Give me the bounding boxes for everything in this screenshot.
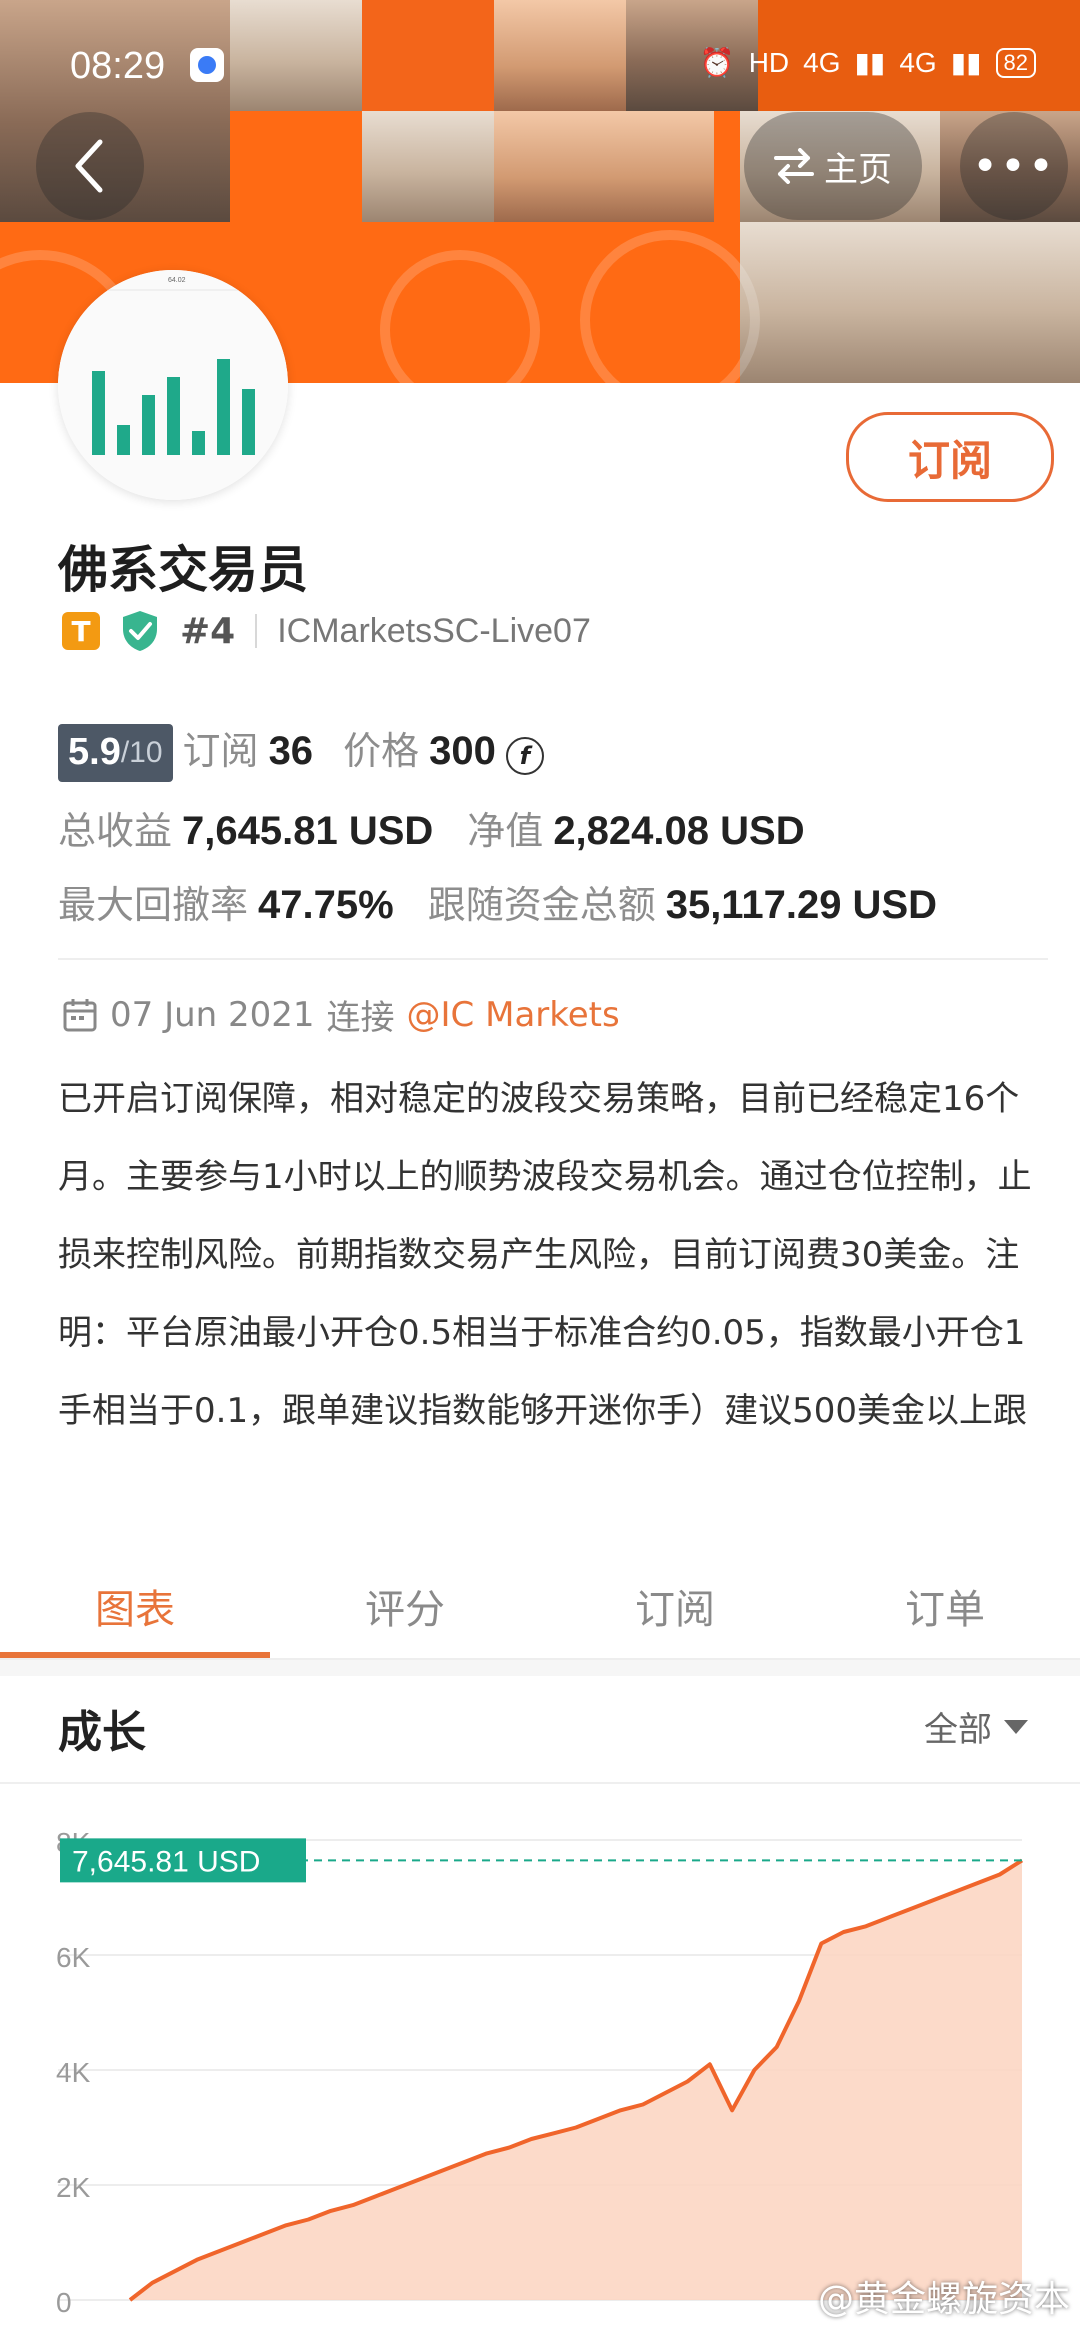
subs-value: 36	[268, 729, 314, 773]
y-tick-label: 6K	[56, 1942, 91, 1973]
battery-icon: 82	[995, 47, 1036, 78]
signal-icon: ▮▮	[950, 47, 982, 78]
drawdown-row: 最大回撤率 47.75% 跟随资金总额 35,117.29 USD	[58, 874, 937, 929]
coin-icon: f	[505, 737, 544, 775]
tab-subscribe[interactable]: 订阅	[540, 1556, 810, 1656]
status-time: 08:29	[70, 45, 166, 87]
y-tick-label: 2K	[56, 2172, 91, 2203]
range-filter-dropdown[interactable]: 全部	[924, 1702, 1028, 1751]
current-value-label: 7,645.81 USD	[72, 1845, 260, 1878]
avatar-chart-image: 64.02	[58, 270, 288, 500]
avatar-bar	[217, 359, 230, 455]
divider	[255, 614, 258, 648]
home-label: 主页	[824, 149, 892, 190]
net-value-value: 2,824.08 USD	[553, 809, 805, 853]
max-drawdown-label: 最大回撤率	[58, 883, 249, 927]
home-button[interactable]: 主页	[744, 112, 922, 220]
hd-indicator: HD	[748, 46, 790, 78]
chevron-left-icon	[75, 139, 103, 193]
net-value-label: 净值	[467, 809, 544, 853]
y-tick-label: 4K	[56, 2057, 91, 2088]
connect-label: 连接	[326, 998, 395, 1038]
growth-chart: 02K4K6K8K7,645.81 USD @黄金螺旋资本	[0, 1800, 1080, 2340]
avatar-bar	[142, 395, 155, 455]
growth-title: 成长	[58, 1707, 146, 1758]
avatar: 64.02	[58, 270, 288, 500]
avatar-chart-label: 64.02	[168, 277, 186, 284]
rating-row: 5.9 /10 订阅 36 价格 300 f	[58, 720, 544, 782]
switch-icon	[774, 148, 814, 184]
calendar-icon	[63, 998, 97, 1031]
y-tick-label: 0	[56, 2287, 72, 2318]
trader-name: 佛系交易员	[58, 541, 308, 599]
trader-meta: T #4 ICMarketsSC-Live07	[62, 606, 591, 656]
verified-shield-icon	[123, 611, 157, 651]
more-icon: •••	[972, 140, 1056, 192]
broker-link[interactable]: @IC Markets	[407, 995, 620, 1035]
tab-orders[interactable]: 订单	[810, 1556, 1080, 1656]
caret-down-icon	[1004, 1719, 1028, 1734]
total-profit-label: 总收益	[58, 809, 173, 853]
growth-chart-svg: 02K4K6K8K7,645.81 USD	[56, 1827, 1024, 2318]
follow-funds-value: 35,117.29 USD	[665, 883, 938, 927]
watermark: @黄金螺旋资本	[817, 2279, 1070, 2320]
more-button[interactable]: •••	[960, 112, 1068, 220]
alarm-icon: ⏰	[699, 47, 735, 78]
divider	[0, 1782, 1080, 1784]
pattern	[580, 230, 760, 383]
strategy-description: 已开启订阅保障，相对稳定的波段交易策略，目前已经稳定16个月。主要参与1小时以上…	[58, 1079, 1032, 1431]
subscribe-button[interactable]: 订阅	[846, 412, 1054, 502]
connect-date: 07 Jun 2021	[110, 994, 315, 1035]
trader-level-badge: T	[62, 612, 100, 650]
profit-row: 总收益 7,645.81 USD 净值 2,824.08 USD	[58, 800, 805, 855]
status-bar: 08:29 ⏰ HD 4G ▮▮ 4G ▮▮ 82	[0, 0, 1080, 130]
avatar-bar	[242, 389, 255, 455]
network-icon: 4G	[899, 46, 937, 78]
network-icon: 4G	[803, 46, 841, 78]
range-filter-label: 全部	[924, 1710, 992, 1750]
max-drawdown-value: 47.75%	[258, 883, 394, 927]
app-notification-icon	[190, 48, 224, 82]
follow-funds-label: 跟随资金总额	[427, 883, 656, 927]
broker-account: ICMarketsSC-Live07	[277, 611, 591, 650]
price-value: 300	[429, 729, 496, 773]
score-value: 5.9	[68, 731, 121, 773]
avatar-bar	[192, 431, 205, 455]
banner-photo	[740, 222, 1080, 383]
avatar-bar	[92, 371, 105, 455]
avatar-bar	[117, 425, 130, 455]
status-icons: ⏰ HD 4G ▮▮ 4G ▮▮ 82	[700, 46, 1036, 79]
trader-rank: #4	[180, 610, 236, 652]
connect-row: 07 Jun 2021 连接 @IC Markets	[62, 990, 620, 1039]
divider	[58, 958, 1048, 960]
tab-chart[interactable]: 图表	[0, 1556, 270, 1656]
back-button[interactable]	[36, 112, 144, 220]
avatar-bar	[167, 377, 180, 455]
section-gap	[0, 1660, 1080, 1676]
price-label: 价格	[343, 729, 420, 773]
pattern	[380, 250, 540, 383]
total-profit-value: 7,645.81 USD	[182, 809, 434, 853]
signal-icon: ▮▮	[854, 47, 886, 78]
score-badge: 5.9 /10	[58, 723, 173, 782]
subs-label: 订阅	[182, 729, 259, 773]
tab-rating[interactable]: 评分	[270, 1556, 540, 1656]
score-max: /10	[120, 735, 163, 769]
tab-bar: 图表 评分 订阅 订单	[0, 1556, 1080, 1656]
